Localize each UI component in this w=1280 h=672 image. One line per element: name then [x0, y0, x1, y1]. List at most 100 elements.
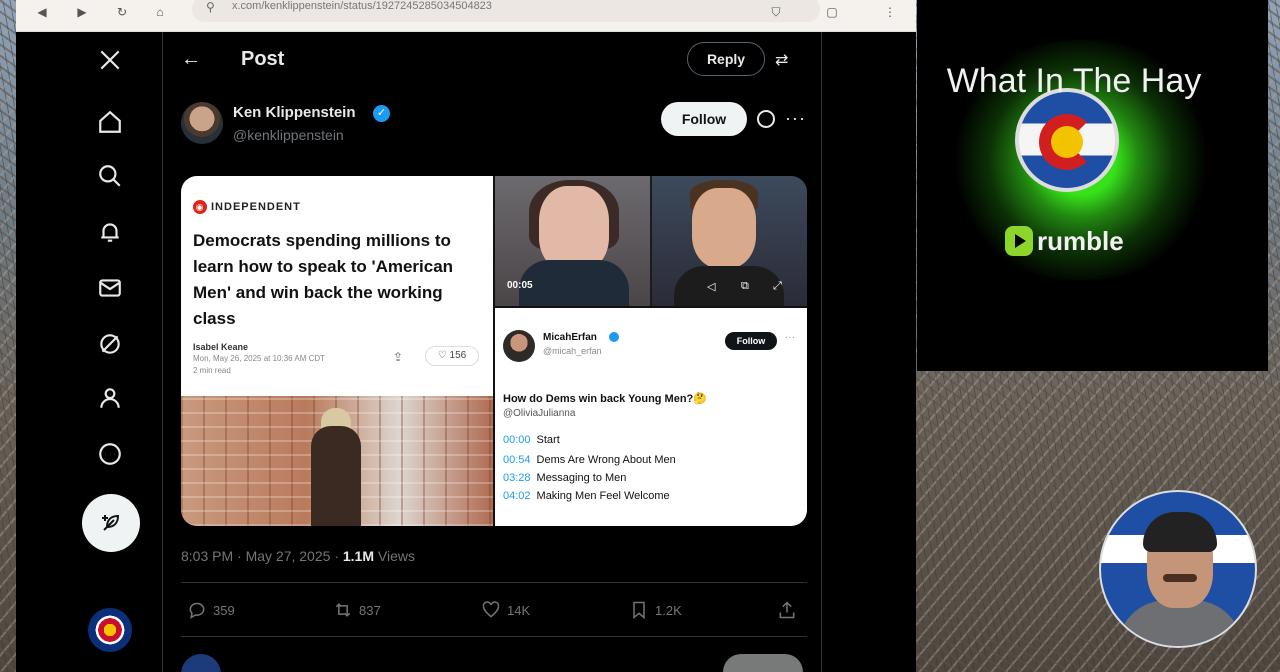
reload-icon[interactable]: ↻	[114, 4, 130, 20]
repost-icon	[335, 603, 351, 617]
menu-icon[interactable]: ⋮	[882, 4, 898, 20]
author-name[interactable]: Ken Klippenstein	[233, 104, 356, 121]
reply-action[interactable]: 359	[187, 598, 235, 622]
back-icon[interactable]: ◀	[34, 4, 50, 20]
like-count: 14K	[507, 602, 531, 618]
channel-title: What In The Hay	[946, 62, 1202, 100]
address-bar[interactable]: ⚲ x.com/kenklippenstein/status/192724528…	[192, 0, 820, 22]
chapter-label: Messaging to Men	[536, 472, 627, 484]
share-action[interactable]	[777, 598, 797, 622]
post-timestamp[interactable]: 8:03 PM · May 27, 2025 ·	[181, 548, 343, 564]
article-likes-count: 156	[449, 350, 467, 361]
speaker-face	[692, 188, 756, 268]
embedded-handle: @micah_erfan	[543, 346, 602, 356]
views-count: 1.1M	[342, 548, 374, 564]
repost-count: 837	[359, 602, 381, 618]
feather-icon	[102, 514, 120, 531]
chapter-label: Making Men Feel Welcome	[536, 490, 670, 502]
verified-badge-icon: ✓	[373, 105, 390, 122]
share-icon: ⇪	[393, 350, 404, 364]
reply-count: 359	[213, 602, 235, 618]
colorado-flag-logo	[1015, 88, 1119, 192]
reply-button[interactable]: Reply	[687, 42, 765, 76]
post-meta: 8:03 PM · May 27, 2025 · 1.1M Views	[181, 548, 415, 564]
notifications-icon[interactable]	[94, 216, 126, 248]
speaker-shirt	[519, 260, 629, 306]
embedded-mention: @OliviaJulianna	[503, 408, 576, 419]
article-author: Isabel Keane	[193, 342, 249, 352]
stream-overlay: What In The Hay rumble	[917, 0, 1268, 371]
divider	[181, 636, 807, 637]
publication-logo: ◉ INDEPENDENT	[193, 200, 301, 214]
grok-icon[interactable]	[94, 328, 126, 360]
messages-icon[interactable]	[94, 272, 126, 304]
search-icon[interactable]	[94, 160, 126, 192]
article-read-time: 2 min read	[193, 366, 231, 375]
rumble-wordmark: rumble	[1037, 226, 1124, 256]
chapter-time: 00:00	[503, 434, 531, 446]
more-icon[interactable]: ···	[785, 108, 806, 129]
site-info-icon[interactable]: ⚲	[206, 0, 215, 14]
video-time: 00:05	[507, 280, 533, 291]
back-arrow-icon[interactable]: ←	[181, 48, 201, 71]
browser-toolbar: ◀ ▶ ↻ ⌂ ⚲ x.com/kenklippenstein/status/1…	[16, 0, 916, 32]
profile-icon[interactable]	[94, 382, 126, 414]
extensions-icon[interactable]: ▢	[824, 4, 840, 20]
bookmark-icon	[633, 601, 645, 620]
embedded-avatar	[503, 330, 535, 362]
sort-replies-icon[interactable]: ⇄	[775, 50, 795, 70]
streamer-beanie	[1143, 512, 1217, 552]
x-logo-icon[interactable]	[94, 44, 126, 76]
embedded-name: MicahErfan	[543, 332, 597, 343]
chapter-item: 00:00 Start	[503, 434, 560, 446]
shield-icon[interactable]: ⛉	[768, 4, 784, 20]
streamer-mustache	[1163, 574, 1197, 582]
fullscreen-icon[interactable]: ⤢	[773, 280, 782, 293]
author-handle[interactable]: @kenklippenstein	[233, 127, 344, 143]
embedded-verified-icon	[609, 332, 619, 342]
volume-icon[interactable]: ◁	[707, 280, 715, 293]
home-icon[interactable]: ⌂	[152, 4, 168, 20]
follow-button[interactable]: Follow	[661, 102, 747, 136]
compose-post-button[interactable]	[82, 494, 140, 552]
forward-icon[interactable]: ▶	[74, 4, 90, 20]
views-label: Views	[373, 548, 415, 564]
logo-sun	[1051, 126, 1083, 158]
video-thumbnail[interactable]: 00:05 ◁ ⧉ ⤢	[495, 176, 807, 306]
account-avatar[interactable]	[88, 608, 132, 652]
url-text: x.com/kenklippenstein/status/19272452850…	[232, 0, 492, 12]
chapter-time: 03:28	[503, 472, 531, 484]
article-date: Mon, May 26, 2025 at 10:36 AM CDT	[193, 354, 326, 363]
article-likes: ♡ 156	[425, 346, 479, 366]
chapter-label: Dems Are Wrong About Men	[536, 454, 676, 466]
article-photo-person	[311, 426, 361, 526]
post-column: ← Post Reply ⇄ Ken Klippenstein ✓ @kenkl…	[162, 32, 822, 672]
chapter-item: 00:54 Dems Are Wrong About Men	[503, 454, 676, 466]
embedded-more-icon: ···	[785, 332, 795, 343]
streamer-webcam	[1099, 490, 1257, 648]
chapter-time: 00:54	[503, 454, 531, 466]
more-options-icon[interactable]	[94, 438, 126, 470]
pip-icon[interactable]: ⧉	[741, 280, 749, 293]
publication-name: INDEPENDENT	[211, 200, 301, 213]
grok-explain-icon[interactable]	[757, 110, 775, 128]
home-icon[interactable]	[94, 106, 126, 138]
embedded-tweet-screenshot: MicahErfan @micah_erfan Follow ··· How d…	[495, 308, 807, 526]
video-right-speaker	[652, 176, 807, 306]
share-icon	[779, 601, 795, 619]
reply-submit-button[interactable]	[723, 654, 803, 672]
speaker-shirt	[674, 266, 784, 306]
author-avatar[interactable]	[181, 102, 223, 144]
like-action[interactable]: 14K	[481, 598, 530, 622]
embedded-follow-button: Follow	[725, 332, 777, 350]
divider	[181, 582, 807, 583]
bookmark-count: 1.2K	[655, 602, 682, 618]
repost-action[interactable]: 837	[333, 598, 381, 622]
heart-icon	[482, 601, 500, 618]
post-media[interactable]: ◉ INDEPENDENT Democrats spending millions…	[181, 176, 807, 526]
post-header: ← Post Reply ⇄	[163, 32, 823, 86]
article-screenshot: ◉ INDEPENDENT Democrats spending millions…	[181, 176, 493, 396]
article-headline: Democrats spending millions to learn how…	[193, 231, 454, 328]
x-app: ← Post Reply ⇄ Ken Klippenstein ✓ @kenkl…	[16, 32, 916, 672]
bookmark-action[interactable]: 1.2K	[629, 598, 682, 622]
